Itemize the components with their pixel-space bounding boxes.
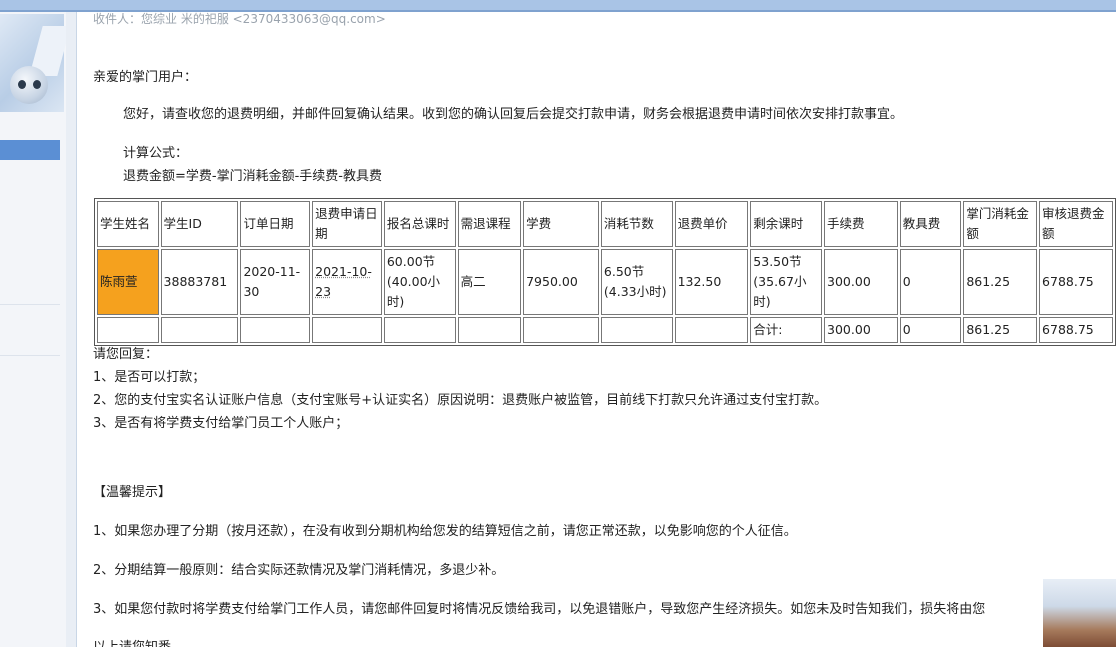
- student-name-cell: 陈雨萱: [97, 249, 159, 315]
- sidebar-divider: [0, 355, 60, 356]
- greeting: 亲爱的掌门用户：: [93, 70, 198, 85]
- empty-cell: [457, 317, 522, 343]
- total-refund-amount-cell: 6788.75: [1039, 317, 1113, 343]
- remaining-hours-cell: 53.50节(35.67小时): [750, 249, 823, 315]
- formula-text: 退费金额=学费-掌门消耗金额-手续费-教具费: [123, 169, 382, 184]
- table-header-cell: 掌门消耗金额: [963, 201, 1038, 247]
- table-header-cell: 学生ID: [160, 201, 239, 247]
- qq-mail-logo[interactable]: [0, 14, 71, 112]
- empty-cell: [383, 317, 456, 343]
- mail-sidebar: [0, 12, 71, 647]
- table-header-cell: 学费: [523, 201, 599, 247]
- email-body: 收件人：您综业 米的祀服 <2370433063@qq.com> 亲爱的掌门用户…: [77, 12, 1116, 647]
- consumed-amount-cell: 861.25: [963, 249, 1038, 315]
- table-header-cell: 审核退费金额: [1039, 201, 1113, 247]
- tips-item: 2、分期结算一般原则：结合实际还款情况及掌门消耗情况，多退少补。: [93, 563, 505, 578]
- table-header-cell: 退费单价: [674, 201, 749, 247]
- table-total-row: 合计: 300.00 0 861.25 6788.75: [97, 317, 1113, 343]
- tips-item: 3、如果您付款时将学费支付给掌门工作人员，请您邮件回复时将情况反馈给我司，以免退…: [93, 602, 986, 617]
- refund-course-cell: 高二: [457, 249, 522, 315]
- table-header-cell: 剩余课时: [750, 201, 823, 247]
- window-top-bar: [0, 0, 1116, 12]
- reply-item: 1、是否可以打款；: [93, 370, 206, 385]
- refund-apply-date-cell[interactable]: 2021-10-23: [312, 249, 382, 315]
- total-consumed-amount-cell: 861.25: [963, 317, 1038, 343]
- empty-cell: [97, 317, 159, 343]
- consumed-lessons-cell: 6.50节(4.33小时): [600, 249, 673, 315]
- empty-cell: [240, 317, 311, 343]
- table-header-cell: 报名总课时: [383, 201, 456, 247]
- table-header-cell: 教具费: [899, 201, 962, 247]
- closing-text: 以上请您知悉: [93, 636, 171, 647]
- total-label-cell: 合计:: [750, 317, 823, 343]
- formula-label: 计算公式：: [123, 146, 189, 161]
- empty-cell: [312, 317, 382, 343]
- penguin-icon: [10, 66, 48, 104]
- total-hours-cell: 60.00节(40.00小时): [383, 249, 456, 315]
- sidebar-divider: [0, 304, 60, 305]
- table-header-cell: 需退课程: [457, 201, 522, 247]
- tuition-cell: 7950.00: [523, 249, 599, 315]
- refund-detail-table: 学生姓名 学生ID 订单日期 退费申请日期 报名总课时 需退课程 学费 消耗节数…: [94, 198, 1116, 346]
- penguin-eye-right: [33, 80, 41, 89]
- reply-title: 请您回复：: [93, 347, 159, 362]
- materials-fee-cell: 0: [899, 249, 962, 315]
- intro-text: 您好，请查收您的退费明细，并邮件回复确认结果。收到您的确认回复后会提交打款申请，…: [123, 107, 904, 122]
- empty-cell: [600, 317, 673, 343]
- refund-amount-cell: 6788.75: [1039, 249, 1113, 315]
- tips-item: 1、如果您办理了分期（按月还款），在没有收到分期机构给您发的结算短信之前，请您正…: [93, 524, 797, 539]
- total-service-fee-cell: 300.00: [824, 317, 898, 343]
- corner-photo-thumbnail: [1043, 579, 1116, 647]
- empty-cell: [160, 317, 239, 343]
- table-header-cell: 订单日期: [240, 201, 311, 247]
- student-id-cell: 38883781: [160, 249, 239, 315]
- empty-cell: [523, 317, 599, 343]
- recipient-line: 收件人：您综业 米的祀服 <2370433063@qq.com>: [93, 12, 386, 26]
- empty-cell: [674, 317, 749, 343]
- order-date-cell: 2020-11-30: [240, 249, 311, 315]
- table-header-cell: 消耗节数: [600, 201, 673, 247]
- reply-item: 3、是否有将学费支付给掌门员工个人账户；: [93, 416, 349, 431]
- table-header-cell: 退费申请日期: [312, 201, 382, 247]
- sidebar-selected-item[interactable]: [0, 140, 60, 160]
- service-fee-cell: 300.00: [824, 249, 898, 315]
- reply-item: 2、您的支付宝实名认证账户信息（支付宝账号+认证实名）原因说明：退费账户被监管，…: [93, 393, 828, 408]
- table-header-cell: 学生姓名: [97, 201, 159, 247]
- tips-title: 【温馨提示】: [93, 485, 172, 500]
- table-row: 陈雨萱 38883781 2020-11-30 2021-10-23 60.00…: [97, 249, 1113, 315]
- table-header-row: 学生姓名 学生ID 订单日期 退费申请日期 报名总课时 需退课程 学费 消耗节数…: [97, 201, 1113, 247]
- refund-unit-price-cell: 132.50: [674, 249, 749, 315]
- penguin-eye-left: [18, 80, 26, 89]
- pane-splitter[interactable]: [66, 12, 77, 647]
- total-materials-fee-cell: 0: [899, 317, 962, 343]
- table-header-cell: 手续费: [824, 201, 898, 247]
